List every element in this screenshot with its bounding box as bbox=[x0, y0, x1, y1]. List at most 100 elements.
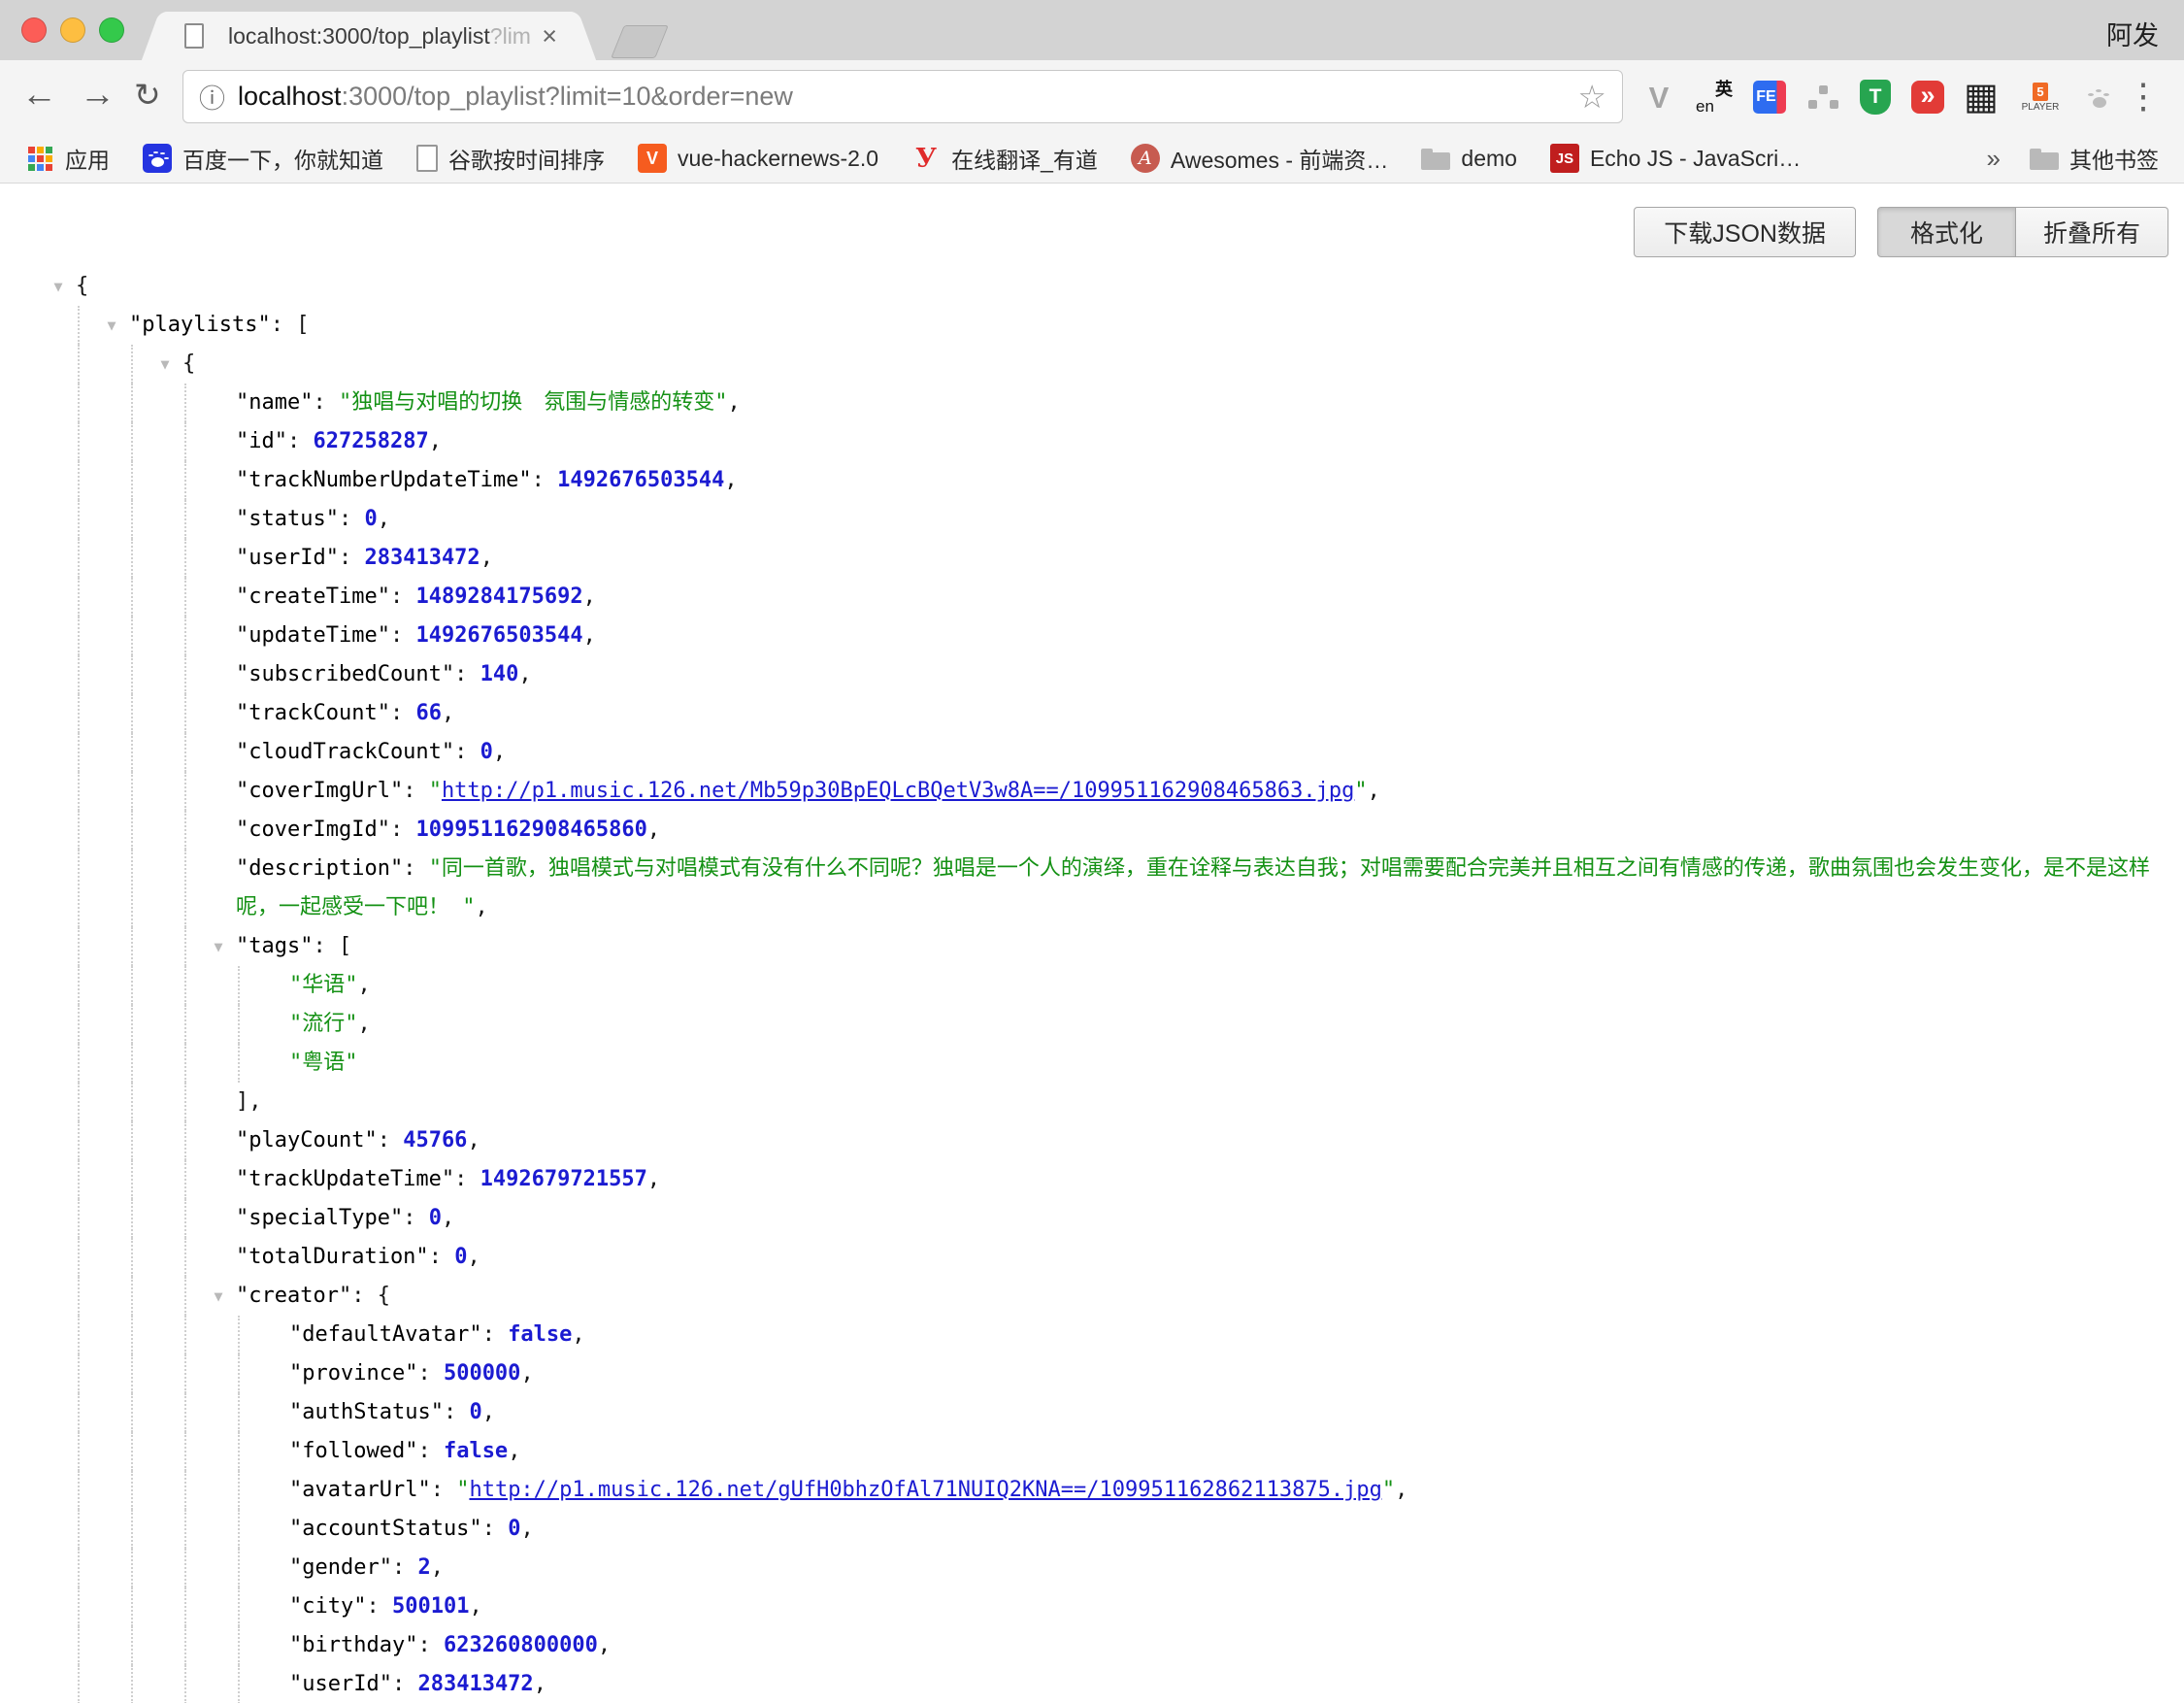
bookmark-item[interactable]: 其他书签 bbox=[2030, 142, 2159, 175]
indent-guide bbox=[184, 1587, 186, 1626]
json-line-content: "coverImgId": 109951162908465860, bbox=[236, 811, 2184, 850]
browser-menu-icon[interactable]: ⋮ bbox=[2126, 76, 2161, 117]
json-line: ▼"creator": { bbox=[0, 1277, 2184, 1316]
indent-guide bbox=[238, 1510, 240, 1549]
bookmark-item[interactable]: AAwesomes - 前端资… bbox=[1131, 142, 1389, 175]
collapse-toggle-icon[interactable]: ▼ bbox=[153, 345, 177, 384]
reload-button[interactable]: ↻ bbox=[134, 76, 161, 115]
collapse-toggle-icon[interactable]: ▼ bbox=[47, 267, 70, 306]
indent-guide bbox=[78, 1277, 80, 1316]
indent-guide bbox=[131, 578, 133, 617]
fe-extension-icon[interactable]: FE bbox=[1753, 81, 1786, 114]
page-info-icon[interactable]: ⓘ bbox=[199, 78, 225, 116]
paw-extension-icon[interactable] bbox=[2083, 76, 2116, 118]
json-line-content: "cloudTrackCount": 0, bbox=[236, 733, 2184, 772]
collapse-all-button[interactable]: 折叠所有 bbox=[2016, 207, 2168, 257]
indent-guide bbox=[131, 1005, 133, 1044]
download-json-button[interactable]: 下载JSON数据 bbox=[1634, 207, 1856, 257]
json-actions: 下载JSON数据 格式化 折叠所有 bbox=[1634, 207, 2168, 257]
browser-profile-name[interactable]: 阿发 bbox=[2106, 15, 2159, 52]
indent-guide bbox=[131, 1471, 133, 1510]
indent-guide bbox=[78, 1587, 80, 1626]
vue-extension-icon[interactable]: V bbox=[1642, 76, 1675, 118]
tab-title: localhost:3000/top_playlist?lim bbox=[228, 23, 531, 50]
indent-guide bbox=[78, 345, 80, 384]
json-line: "defaultAvatar": false, bbox=[0, 1316, 2184, 1354]
indent-guide bbox=[184, 927, 186, 966]
indent-guide bbox=[184, 1277, 186, 1316]
bookmark-item[interactable]: У在线翻译_有道 bbox=[911, 142, 1098, 175]
indent-guide bbox=[238, 1354, 240, 1393]
bookmark-item[interactable]: 百度一下，你就知道 bbox=[143, 142, 383, 175]
indent-guide bbox=[184, 1005, 186, 1044]
tab-close-icon[interactable]: × bbox=[542, 23, 557, 50]
indent-guide bbox=[184, 1626, 186, 1665]
indent-guide bbox=[78, 1665, 80, 1703]
indent-guide bbox=[238, 1044, 240, 1083]
bookmark-item[interactable]: 应用 bbox=[25, 142, 110, 175]
indent-guide bbox=[131, 1083, 133, 1121]
format-button[interactable]: 格式化 bbox=[1877, 207, 2016, 257]
indent-guide bbox=[184, 655, 186, 694]
indent-guide bbox=[78, 500, 80, 539]
maximize-window-button[interactable] bbox=[99, 17, 124, 43]
new-tab-button[interactable] bbox=[611, 25, 669, 58]
collapse-toggle-icon[interactable]: ▼ bbox=[207, 1277, 230, 1316]
bookmark-label: demo bbox=[1461, 146, 1517, 172]
address-bar[interactable]: ⓘ localhost :3000/top_playlist?limit=10&… bbox=[182, 70, 1623, 123]
fastforward-extension-icon[interactable]: » bbox=[1911, 81, 1944, 114]
vue-icon: V bbox=[638, 144, 667, 173]
bookmark-item[interactable]: demo bbox=[1421, 144, 1517, 173]
bookmark-item[interactable]: 谷歌按时间排序 bbox=[416, 142, 605, 175]
minimize-window-button[interactable] bbox=[60, 17, 85, 43]
page-icon bbox=[184, 23, 204, 49]
indent-guide bbox=[78, 461, 80, 500]
json-line-content: "avatarUrl": "http://p1.music.126.net/gU… bbox=[289, 1471, 2184, 1510]
sitemap-extension-icon[interactable] bbox=[1806, 76, 1839, 118]
close-window-button[interactable] bbox=[21, 17, 47, 43]
indent-guide bbox=[184, 1160, 186, 1199]
collapse-toggle-icon[interactable]: ▼ bbox=[207, 927, 230, 966]
indent-guide bbox=[131, 422, 133, 461]
browser-tab[interactable]: localhost:3000/top_playlist?lim × bbox=[165, 12, 573, 60]
indent-guide bbox=[184, 1083, 186, 1121]
bookmark-item[interactable]: JSEcho JS - JavaScri… bbox=[1550, 144, 1801, 173]
bookmark-star-icon[interactable]: ☆ bbox=[1577, 78, 1606, 116]
bookmarks-overflow-icon[interactable]: » bbox=[1987, 144, 2001, 174]
indent-guide bbox=[78, 578, 80, 617]
json-line: ▼{ bbox=[0, 345, 2184, 384]
indent-guide bbox=[184, 422, 186, 461]
echojs-icon: JS bbox=[1550, 144, 1579, 173]
indent-guide bbox=[78, 1160, 80, 1199]
json-line-content: "status": 0, bbox=[236, 500, 2184, 539]
indent-guide bbox=[78, 1083, 80, 1121]
json-line: "specialType": 0, bbox=[0, 1199, 2184, 1238]
indent-guide bbox=[78, 966, 80, 1005]
json-url-link[interactable]: http://p1.music.126.net/Mb59p30BpEQLcBQe… bbox=[442, 779, 1354, 803]
indent-guide bbox=[78, 1238, 80, 1277]
json-line-content: ], bbox=[236, 1083, 2184, 1121]
json-line-content: "name": "独唱与对唱的切换 氛围与情感的转变", bbox=[236, 384, 2184, 422]
json-line: "playCount": 45766, bbox=[0, 1121, 2184, 1160]
indent-guide bbox=[131, 1587, 133, 1626]
back-button[interactable]: ← bbox=[21, 73, 57, 116]
bookmark-item[interactable]: Vvue-hackernews-2.0 bbox=[638, 144, 878, 173]
json-line: "updateTime": 1492676503544, bbox=[0, 617, 2184, 655]
collapse-toggle-icon[interactable]: ▼ bbox=[100, 306, 123, 345]
indent-guide bbox=[184, 1199, 186, 1238]
baidu-paw-icon bbox=[143, 144, 172, 173]
indent-guide bbox=[131, 733, 133, 772]
indent-guide bbox=[131, 461, 133, 500]
indent-guide bbox=[184, 1432, 186, 1471]
json-line: "accountStatus": 0, bbox=[0, 1510, 2184, 1549]
html5-player-extension-icon[interactable]: 5PLAYER bbox=[2018, 76, 2063, 118]
translate-extension-icon[interactable]: 英en bbox=[1696, 76, 1733, 118]
json-line: "authStatus": 0, bbox=[0, 1393, 2184, 1432]
folder-icon bbox=[2030, 144, 2059, 173]
qr-extension-icon[interactable]: ▦ bbox=[1965, 76, 1998, 118]
json-line-content: "specialType": 0, bbox=[236, 1199, 2184, 1238]
json-url-link[interactable]: http://p1.music.126.net/gUfH0bhzOfAl71NU… bbox=[469, 1478, 1381, 1502]
bookmarks-bar: 应用百度一下，你就知道谷歌按时间排序 Vvue-hackernews-2.0 У在线… bbox=[0, 134, 2184, 184]
security-shield-extension-icon[interactable]: T bbox=[1860, 80, 1891, 115]
forward-button[interactable]: → bbox=[80, 73, 116, 116]
